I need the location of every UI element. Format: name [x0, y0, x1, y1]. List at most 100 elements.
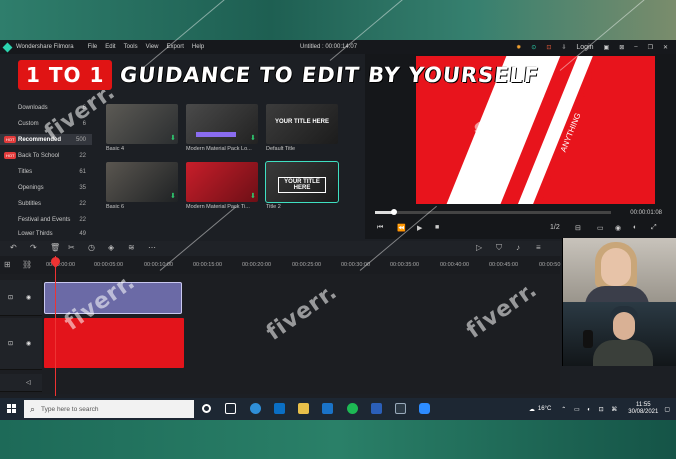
expand-icon[interactable]: ⤢ — [651, 224, 657, 232]
lock-icon[interactable]: ⊡ — [8, 294, 13, 301]
color-icon[interactable]: ◈ — [108, 243, 114, 252]
playback-controls: ⏮ ⏪ ▶ ■ 1/2 ⊟ ▭ ◉ ◐ ⤢ — [375, 224, 671, 236]
menu-tools[interactable]: Tools — [124, 44, 138, 50]
ruler-tick: 00:00:15:00 — [193, 262, 223, 268]
play-icon[interactable]: ▶ — [417, 224, 422, 232]
speed-icon[interactable]: ◷ — [88, 243, 95, 252]
desktop-background-bottom — [0, 420, 676, 459]
menu-help[interactable]: Help — [192, 44, 204, 50]
sun-icon[interactable]: ✹ — [516, 44, 521, 51]
promo-headline: 1 TO 1 GUIDANCE TO EDIT BY YOURSELF — [18, 58, 541, 92]
page-indicator: 1/2 — [550, 224, 560, 231]
save-icon[interactable]: ▣ — [604, 44, 610, 51]
title-tile[interactable]: ⬇ Modern Material Pack Lo... — [186, 104, 258, 154]
title-library-grid: ⬇ Basic 4 ⬇ Modern Material Pack Lo... Y… — [100, 100, 362, 240]
sidebar-item-openings[interactable]: Openings 35 — [0, 182, 92, 193]
download-icon[interactable]: ⇩ — [561, 44, 566, 51]
render-preview-icon[interactable]: ▷ — [476, 243, 482, 252]
eye-icon[interactable]: ◉ — [26, 340, 31, 347]
track-header-video: ⊡ ◉ — [0, 318, 42, 370]
tray-icons[interactable]: ⌃ ▭ ◐ ⊡ ⌘ — [561, 406, 620, 413]
notification-icon[interactable]: ▢ — [664, 406, 670, 413]
search-icon: ⌕ — [30, 403, 36, 414]
sidebar-item-lower-thirds[interactable]: Lower Thirds 49 — [0, 228, 92, 239]
speaker-icon[interactable]: ◁ — [26, 379, 31, 386]
download-icon[interactable]: ⬇ — [250, 135, 256, 142]
timeline-ruler[interactable]: ⊞ ⛓ 00:00:00:00 00:00:05:00 00:00:10:00 … — [0, 256, 560, 274]
webcam-feed-top — [563, 238, 676, 306]
redo-icon[interactable]: ↷ — [30, 243, 37, 252]
mail-icon[interactable] — [322, 403, 333, 414]
scrubber-handle[interactable] — [390, 209, 397, 215]
snapshot-icon[interactable]: ◉ — [615, 224, 621, 232]
title-tile[interactable]: YOUR TITLE HERE Default Title — [266, 104, 338, 154]
task-view-icon[interactable] — [225, 403, 236, 414]
volume-icon[interactable]: ◐ — [633, 224, 637, 231]
tile-thumbnail: YOUR TITLE HERE — [266, 104, 338, 144]
tile-thumbnail: ⬇ — [106, 104, 178, 144]
hot-badge: HOT — [4, 136, 17, 143]
download-icon[interactable]: ⬇ — [250, 193, 256, 200]
link-icon[interactable]: ⛓ — [22, 260, 32, 269]
ruler-tick: 00:00:50 — [539, 262, 561, 268]
stop-icon[interactable]: ■ — [435, 224, 439, 231]
cortana-icon[interactable] — [202, 404, 211, 413]
filmora-logo-icon — [2, 42, 13, 52]
preview-scrubber[interactable] — [375, 209, 611, 215]
store-icon[interactable] — [274, 403, 285, 414]
sidebar-item-recommended[interactable]: HOT Recommended 500 — [0, 134, 92, 145]
minimize-icon[interactable]: – — [634, 44, 637, 50]
spotify-icon[interactable] — [347, 403, 358, 414]
restore-icon[interactable]: ❐ — [648, 44, 653, 51]
webcam-overlay — [562, 238, 676, 366]
lock-icon[interactable]: ⊡ — [8, 340, 13, 347]
audio-icon[interactable]: ≋ — [128, 243, 135, 252]
menu-edit[interactable]: Edit — [105, 44, 115, 50]
headline-badge: 1 TO 1 — [18, 60, 113, 90]
tile-thumbnail: ⬇ — [106, 162, 178, 202]
sidebar-item-titles[interactable]: Titles 61 — [0, 166, 92, 177]
weather-icon[interactable]: ☁ — [529, 406, 535, 413]
eye-icon[interactable]: ◉ — [26, 294, 31, 301]
undo-icon[interactable]: ↶ — [10, 243, 17, 252]
video-clip[interactable] — [44, 318, 184, 368]
microphone-icon[interactable]: ♪ — [516, 243, 520, 252]
title-tile[interactable]: ⬇ Basic 6 — [106, 162, 178, 212]
download-icon[interactable]: ⬇ — [170, 193, 176, 200]
file-explorer-icon[interactable] — [298, 403, 309, 414]
headset-icon[interactable]: ⊙ — [531, 44, 536, 51]
taskbar-search-box[interactable]: ⌕ Type here to search — [24, 400, 194, 418]
filmora-taskbar-icon[interactable] — [395, 403, 406, 414]
download-icon[interactable]: ⬇ — [170, 135, 176, 142]
menu-file[interactable]: File — [88, 44, 98, 50]
cart-icon[interactable]: ⊡ — [546, 44, 551, 51]
more-icon[interactable]: ⋯ — [148, 243, 156, 252]
title-tile[interactable]: ⬇ Basic 4 — [106, 104, 178, 154]
voiceover-icon[interactable]: ≡ — [536, 243, 541, 252]
fullscreen-icon[interactable]: ▭ — [597, 224, 604, 232]
cut-icon[interactable]: ✂ — [68, 243, 75, 252]
sidebar-item-subtitles[interactable]: Subtitles 22 — [0, 198, 92, 209]
tile-thumbnail: YOUR TITLE HERE — [265, 161, 339, 203]
title-tile[interactable]: ⬇ Modern Material Pack Ti... — [186, 162, 258, 212]
render-icon[interactable]: ⊟ — [575, 224, 581, 232]
sidebar-item-back-to-school[interactable]: HOT Back To School 22 — [0, 150, 92, 161]
weather-temp: 16°C — [537, 406, 552, 412]
desktop-background-top — [0, 0, 676, 40]
playhead[interactable] — [55, 256, 56, 396]
close-icon[interactable]: ✕ — [663, 44, 668, 51]
word-icon[interactable] — [371, 403, 382, 414]
edge-icon[interactable] — [250, 403, 261, 414]
windows-start-icon[interactable] — [7, 404, 17, 414]
marker-icon[interactable]: ⛉ — [496, 243, 502, 253]
menu-view[interactable]: View — [146, 44, 159, 50]
sidebar-item-festival-events[interactable]: Festival and Events 22 — [0, 214, 92, 225]
headline-text: GUIDANCE TO EDIT BY YOURSELF — [119, 63, 541, 87]
zoom-icon[interactable] — [419, 403, 430, 414]
delete-icon[interactable]: 🗑 — [50, 243, 60, 252]
add-track-icon[interactable]: ⊞ — [4, 260, 11, 269]
account-icon[interactable]: ⊠ — [619, 44, 624, 51]
taskbar-clock[interactable]: 11:55 30/08/2021 — [628, 402, 658, 416]
previous-frame-icon[interactable]: ⏮ — [377, 224, 383, 232]
title-tile-selected[interactable]: YOUR TITLE HERE Title 2 — [265, 161, 339, 212]
